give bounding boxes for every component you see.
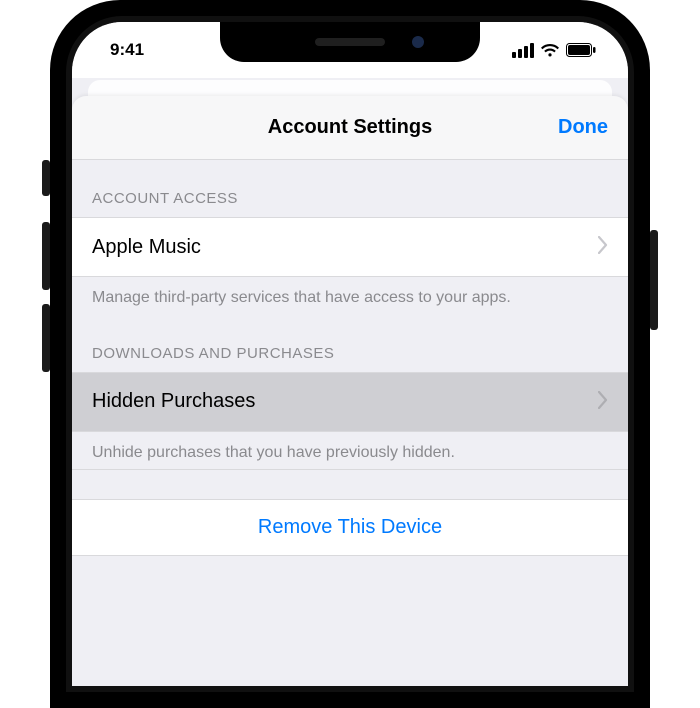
remove-device-button[interactable]: Remove This Device xyxy=(72,499,628,556)
chevron-right-icon xyxy=(598,388,608,416)
section-spacer xyxy=(72,469,628,499)
screen: 9:41 Account Settings Don xyxy=(72,22,628,686)
chevron-right-icon xyxy=(598,233,608,261)
phone-frame: 9:41 Account Settings Don xyxy=(50,0,650,708)
power-button xyxy=(650,230,658,330)
volume-down-button xyxy=(42,304,50,372)
done-button[interactable]: Done xyxy=(558,96,608,159)
notch xyxy=(220,22,480,62)
apple-music-row[interactable]: Apple Music xyxy=(72,217,628,277)
phone-bezel: 9:41 Account Settings Don xyxy=(66,16,634,692)
page-title: Account Settings xyxy=(268,116,432,139)
nav-bar: Account Settings Done xyxy=(72,96,628,160)
row-label: Hidden Purchases xyxy=(92,390,255,413)
row-label: Apple Music xyxy=(92,236,201,259)
status-time: 9:41 xyxy=(110,40,144,60)
speaker-slot xyxy=(315,38,385,46)
section-footer-downloads: Unhide purchases that you have previousl… xyxy=(72,432,628,470)
hidden-purchases-row[interactable]: Hidden Purchases xyxy=(72,372,628,432)
wifi-icon xyxy=(540,43,560,58)
battery-icon xyxy=(566,43,596,57)
mute-switch xyxy=(42,160,50,196)
cellular-icon xyxy=(512,43,534,58)
status-indicators xyxy=(512,43,596,58)
volume-up-button xyxy=(42,222,50,290)
settings-sheet: Account Settings Done ACCOUNT ACCESS App… xyxy=(72,96,628,686)
section-header-account-access: ACCOUNT ACCESS xyxy=(72,160,628,217)
section-header-downloads: DOWNLOADS AND PURCHASES xyxy=(72,315,628,372)
section-footer-account-access: Manage third-party services that have ac… xyxy=(72,277,628,315)
camera-dot xyxy=(412,36,424,48)
